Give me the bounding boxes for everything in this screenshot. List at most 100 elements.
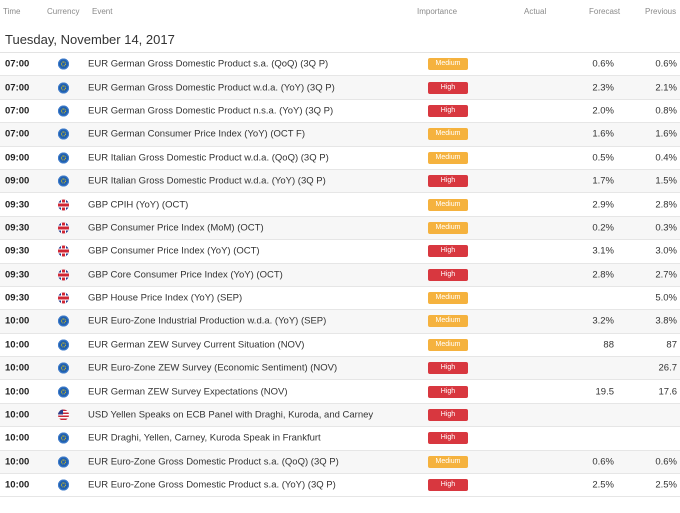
forecast-value: 3.1% bbox=[592, 245, 614, 257]
previous-value: 87 bbox=[666, 339, 677, 351]
previous-value: 17.6 bbox=[658, 386, 678, 398]
table-row[interactable]: 10:00 EUR German ZEW Survey Expectations … bbox=[0, 380, 680, 404]
table-row[interactable]: 10:00 EUR Euro-Zone ZEW Survey (Economic … bbox=[0, 357, 680, 381]
event-time: 09:30 bbox=[5, 222, 30, 234]
header-previous[interactable]: Previous bbox=[645, 7, 676, 16]
event-name[interactable]: EUR German ZEW Survey Expectations (NOV) bbox=[88, 386, 288, 397]
table-row[interactable]: 07:00 EUR German Consumer Price Index (Yo… bbox=[0, 123, 680, 147]
event-name[interactable]: EUR German Gross Domestic Product s.a. (… bbox=[88, 59, 328, 70]
forecast-value: 1.7% bbox=[592, 175, 614, 187]
table-row[interactable]: 10:00 EUR Euro-Zone Industrial Production… bbox=[0, 310, 680, 334]
us-flag-icon bbox=[58, 409, 69, 421]
event-time: 09:30 bbox=[5, 269, 30, 281]
table-row[interactable]: 10:00 USD Yellen Speaks on ECB Panel with… bbox=[0, 403, 680, 428]
eu-flag-icon bbox=[58, 432, 69, 444]
importance-badge: Medium bbox=[428, 292, 468, 305]
table-row[interactable]: 07:00 EUR German Gross Domestic Product s… bbox=[0, 53, 680, 77]
date-label: Tuesday, November 14, 2017 bbox=[5, 32, 175, 47]
header-importance[interactable]: Importance bbox=[417, 7, 457, 16]
event-name[interactable]: EUR Euro-Zone Gross Domestic Product s.a… bbox=[88, 480, 336, 491]
event-time: 09:30 bbox=[5, 245, 30, 257]
previous-value: 0.8% bbox=[655, 105, 677, 117]
importance-badge: Medium bbox=[428, 58, 468, 71]
eu-flag-icon bbox=[58, 128, 69, 140]
table-row[interactable]: 09:00 EUR Italian Gross Domestic Product … bbox=[0, 147, 680, 170]
table-row[interactable]: 09:30 GBP Core Consumer Price Index (YoY)… bbox=[0, 263, 680, 287]
table-row[interactable]: 09:30 GBP CPIH (YoY) (OCT) Medium 2.9% 2.8% bbox=[0, 193, 680, 217]
previous-value: 3.0% bbox=[655, 245, 677, 257]
forecast-value: 19.5 bbox=[595, 386, 615, 398]
event-name[interactable]: EUR Italian Gross Domestic Product w.d.a… bbox=[88, 152, 329, 163]
event-name[interactable]: GBP Consumer Price Index (MoM) (OCT) bbox=[88, 222, 264, 233]
table-row[interactable]: 07:00 EUR German Gross Domestic Product w… bbox=[0, 76, 680, 100]
event-name[interactable]: EUR German Consumer Price Index (YoY) (O… bbox=[88, 129, 305, 140]
importance-badge: High bbox=[428, 268, 468, 281]
eu-flag-icon bbox=[58, 152, 69, 164]
event-name[interactable]: EUR Draghi, Yellen, Carney, Kuroda Speak… bbox=[88, 433, 321, 444]
event-name[interactable]: GBP Core Consumer Price Index (YoY) (OCT… bbox=[88, 269, 283, 280]
importance-badge: High bbox=[428, 362, 468, 375]
importance-badge: Medium bbox=[428, 338, 468, 351]
event-name[interactable]: USD Yellen Speaks on ECB Panel with Drag… bbox=[88, 410, 373, 421]
event-name[interactable]: EUR German Gross Domestic Product w.d.a.… bbox=[88, 82, 335, 93]
event-name[interactable]: GBP House Price Index (YoY) (SEP) bbox=[88, 293, 242, 304]
header-event[interactable]: Event bbox=[92, 7, 112, 16]
previous-value: 2.7% bbox=[655, 269, 677, 281]
table-row[interactable]: 07:00 EUR German Gross Domestic Product n… bbox=[0, 100, 680, 124]
table-row[interactable]: 10:00 EUR Draghi, Yellen, Carney, Kuroda … bbox=[0, 427, 680, 451]
header-actual[interactable]: Actual bbox=[524, 7, 546, 16]
uk-flag-icon bbox=[58, 269, 69, 281]
event-time: 10:00 bbox=[5, 386, 30, 398]
table-header: Time Currency Event Importance Actual Fo… bbox=[0, 0, 680, 26]
event-name[interactable]: EUR German ZEW Survey Current Situation … bbox=[88, 339, 304, 350]
event-time: 07:00 bbox=[5, 105, 30, 117]
importance-badge: High bbox=[428, 81, 468, 94]
uk-flag-icon bbox=[58, 199, 69, 211]
previous-value: 3.8% bbox=[655, 315, 677, 327]
eu-flag-icon bbox=[58, 105, 69, 117]
header-forecast[interactable]: Forecast bbox=[589, 7, 620, 16]
table-row[interactable]: 09:00 EUR Italian Gross Domestic Product … bbox=[0, 169, 680, 194]
eu-flag-icon bbox=[58, 362, 69, 374]
event-list: 07:00 EUR German Gross Domestic Product s… bbox=[0, 53, 680, 498]
event-time: 09:00 bbox=[5, 175, 30, 187]
forecast-value: 0.5% bbox=[592, 152, 614, 164]
event-time: 10:00 bbox=[5, 456, 30, 468]
event-name[interactable]: EUR Euro-Zone ZEW Survey (Economic Senti… bbox=[88, 363, 337, 374]
event-time: 09:30 bbox=[5, 292, 30, 304]
event-name[interactable]: EUR Euro-Zone Industrial Production w.d.… bbox=[88, 316, 326, 327]
event-name[interactable]: GBP Consumer Price Index (YoY) (OCT) bbox=[88, 246, 260, 257]
eu-flag-icon bbox=[58, 82, 69, 94]
uk-flag-icon bbox=[58, 245, 69, 257]
previous-value: 0.6% bbox=[655, 58, 677, 70]
event-name[interactable]: EUR Italian Gross Domestic Product w.d.a… bbox=[88, 176, 326, 187]
importance-badge: High bbox=[428, 385, 468, 398]
event-time: 10:00 bbox=[5, 479, 30, 491]
table-row[interactable]: 10:00 EUR Euro-Zone Gross Domestic Produc… bbox=[0, 450, 680, 475]
event-name[interactable]: EUR Euro-Zone Gross Domestic Product s.a… bbox=[88, 456, 339, 467]
forecast-value: 0.6% bbox=[592, 456, 614, 468]
previous-value: 2.8% bbox=[655, 199, 677, 211]
table-row[interactable]: 09:30 GBP House Price Index (YoY) (SEP) Me… bbox=[0, 287, 680, 311]
event-time: 10:00 bbox=[5, 362, 30, 374]
previous-value: 2.1% bbox=[655, 82, 677, 94]
header-time[interactable]: Time bbox=[3, 7, 20, 16]
forecast-value: 2.9% bbox=[592, 199, 614, 211]
importance-badge: Medium bbox=[428, 151, 468, 164]
importance-badge: Medium bbox=[428, 315, 468, 328]
event-name[interactable]: GBP CPIH (YoY) (OCT) bbox=[88, 199, 188, 210]
event-time: 10:00 bbox=[5, 339, 30, 351]
event-time: 10:00 bbox=[5, 315, 30, 327]
importance-badge: Medium bbox=[428, 455, 468, 468]
table-row[interactable]: 09:30 GBP Consumer Price Index (YoY) (OCT… bbox=[0, 240, 680, 264]
importance-badge: High bbox=[428, 104, 468, 117]
event-name[interactable]: EUR German Gross Domestic Product n.s.a.… bbox=[88, 105, 333, 116]
importance-badge: Medium bbox=[428, 128, 468, 141]
table-row[interactable]: 10:00 EUR German ZEW Survey Current Situa… bbox=[0, 334, 680, 358]
event-time: 10:00 bbox=[5, 409, 30, 421]
importance-badge: High bbox=[428, 175, 468, 188]
importance-badge: High bbox=[428, 432, 468, 445]
header-currency[interactable]: Currency bbox=[47, 7, 79, 16]
table-row[interactable]: 09:30 GBP Consumer Price Index (MoM) (OCT… bbox=[0, 216, 680, 241]
table-row[interactable]: 10:00 EUR Euro-Zone Gross Domestic Produc… bbox=[0, 474, 680, 498]
